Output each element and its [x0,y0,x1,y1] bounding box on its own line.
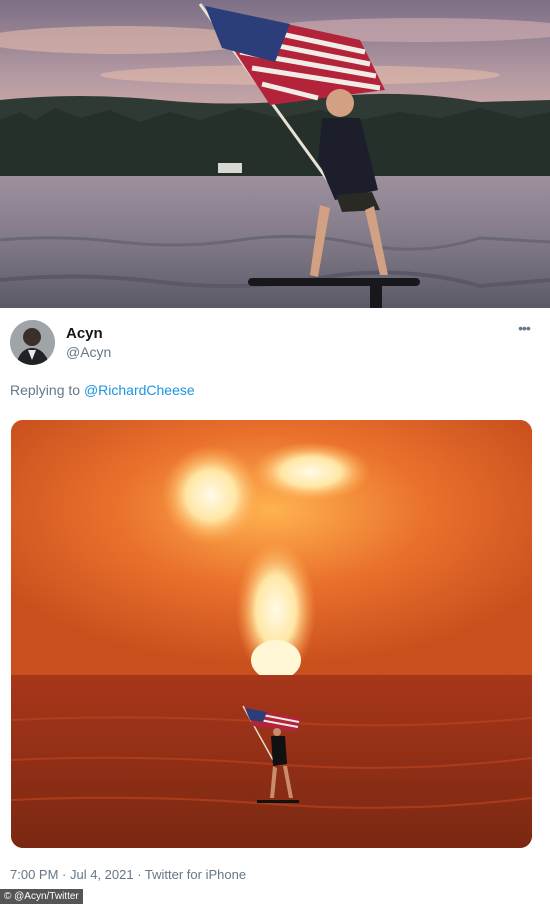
tweet-media-image[interactable] [11,420,532,848]
tweet-source[interactable]: Twitter for iPhone [145,867,246,882]
tweet-meta: 7:00 PM · Jul 4, 2021 · Twitter for iPho… [10,867,246,882]
avatar[interactable] [10,320,55,365]
reply-prefix: Replying to [10,382,84,398]
more-dots-icon[interactable]: ••• [513,321,535,336]
display-name[interactable]: Acyn [66,325,103,342]
user-handle[interactable]: @Acyn [66,344,111,360]
timestamp[interactable]: 7:00 PM · Jul 4, 2021 [10,867,134,882]
replying-to: Replying to @RichardCheese [10,382,195,398]
meta-separator: · [133,867,145,882]
top-photo [0,0,550,308]
reply-to-link[interactable]: @RichardCheese [84,382,195,398]
photo-credit: © @Acyn/Twitter [0,889,83,904]
